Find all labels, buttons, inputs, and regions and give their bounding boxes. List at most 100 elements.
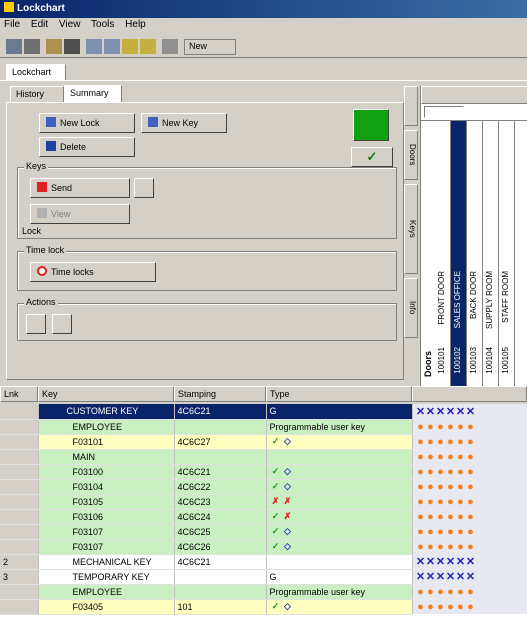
- arrow-in-icon[interactable]: [26, 314, 46, 334]
- tab-info[interactable]: Info: [404, 278, 418, 338]
- access-icon[interactable]: ●: [436, 600, 446, 614]
- matrix-cell-group[interactable]: ● ● ● ● ● ●: [412, 419, 527, 434]
- access-icon[interactable]: ●: [416, 465, 426, 479]
- access-icon[interactable]: ●: [446, 495, 456, 509]
- tab-keys[interactable]: Keys: [404, 184, 418, 274]
- access-icon[interactable]: ●: [436, 465, 446, 479]
- zoom-in-icon[interactable]: [86, 39, 102, 54]
- access-icon[interactable]: ●: [456, 495, 466, 509]
- edit-icon[interactable]: [134, 178, 154, 198]
- new-key-button[interactable]: New Key: [141, 113, 227, 133]
- unlock-icon[interactable]: [353, 109, 389, 141]
- table-row[interactable]: 2 MECHANICAL KEY 4C6C21 ✕✕✕✕✕✕: [0, 554, 527, 570]
- table-row[interactable]: EMPLOYEE Programmable user key ● ● ● ● ● ●: [0, 419, 527, 435]
- table-row[interactable]: F03107 4C6C26 ✓ ◇ ● ● ● ● ● ●: [0, 539, 527, 555]
- table-row[interactable]: F03105 4C6C23 ✗ ✗ ● ● ● ● ● ●: [0, 494, 527, 510]
- access-icon[interactable]: ●: [456, 480, 466, 494]
- blocked-icon[interactable]: ✕: [466, 405, 476, 419]
- access-icon[interactable]: ●: [456, 510, 466, 524]
- access-icon[interactable]: ●: [446, 525, 456, 539]
- blocked-icon[interactable]: ✕: [416, 555, 426, 569]
- access-icon[interactable]: ●: [436, 480, 446, 494]
- access-icon[interactable]: ●: [426, 585, 436, 599]
- access-icon[interactable]: ●: [466, 585, 476, 599]
- blocked-icon[interactable]: ✕: [446, 405, 456, 419]
- menu-tools[interactable]: Tools: [91, 19, 114, 30]
- menu-edit[interactable]: Edit: [31, 19, 48, 30]
- access-icon[interactable]: ●: [436, 435, 446, 449]
- table-row[interactable]: F03106 4C6C24 ✓ ✗ ● ● ● ● ● ●: [0, 509, 527, 525]
- matrix-cell-group[interactable]: ● ● ● ● ● ●: [412, 494, 527, 509]
- access-icon[interactable]: ●: [416, 540, 426, 554]
- access-icon[interactable]: ●: [446, 480, 456, 494]
- access-icon[interactable]: ●: [436, 585, 446, 599]
- matrix-column-selected[interactable]: SALES OFFICE 100102: [451, 121, 467, 387]
- col-key[interactable]: Key: [38, 386, 174, 402]
- access-icon[interactable]: ●: [466, 600, 476, 614]
- blocked-icon[interactable]: ✕: [456, 405, 466, 419]
- access-icon[interactable]: ●: [466, 480, 476, 494]
- matrix-cell-group[interactable]: ● ● ● ● ● ●: [412, 584, 527, 599]
- access-icon[interactable]: ●: [426, 450, 436, 464]
- access-icon[interactable]: ●: [456, 600, 466, 614]
- access-icon[interactable]: ●: [446, 450, 456, 464]
- matrix-cell-group[interactable]: ● ● ● ● ● ●: [412, 479, 527, 494]
- tab-history[interactable]: History: [10, 86, 64, 102]
- tab-scroll-top[interactable]: [404, 86, 418, 126]
- access-icon[interactable]: ●: [426, 480, 436, 494]
- access-icon[interactable]: ●: [426, 435, 436, 449]
- col-stamping[interactable]: Stamping: [174, 386, 266, 402]
- access-icon[interactable]: ●: [426, 495, 436, 509]
- matrix-cell-group[interactable]: ✕✕✕✕✕✕: [412, 569, 527, 584]
- table-row[interactable]: F03104 4C6C22 ✓ ◇ ● ● ● ● ● ●: [0, 479, 527, 495]
- access-icon[interactable]: ●: [436, 420, 446, 434]
- access-icon[interactable]: ●: [426, 525, 436, 539]
- new-button[interactable]: New: [184, 39, 236, 55]
- blocked-icon[interactable]: ✕: [436, 570, 446, 584]
- table-row[interactable]: F03107 4C6C25 ✓ ◇ ● ● ● ● ● ●: [0, 524, 527, 540]
- blocked-icon[interactable]: ✕: [466, 555, 476, 569]
- table-row[interactable]: EMPLOYEE Programmable user key ● ● ● ● ● ●: [0, 584, 527, 600]
- access-icon[interactable]: ●: [456, 525, 466, 539]
- blocked-icon[interactable]: ✕: [446, 555, 456, 569]
- access-icon[interactable]: ●: [466, 495, 476, 509]
- blocked-icon[interactable]: ✕: [456, 570, 466, 584]
- table-row[interactable]: F03100 4C6C21 ✓ ◇ ● ● ● ● ● ●: [0, 464, 527, 480]
- access-icon[interactable]: ●: [446, 420, 456, 434]
- matrix-cell-group[interactable]: ● ● ● ● ● ●: [412, 464, 527, 479]
- tab-doors[interactable]: Doors: [404, 130, 418, 180]
- access-icon[interactable]: ●: [426, 420, 436, 434]
- access-icon[interactable]: ●: [416, 525, 426, 539]
- access-icon[interactable]: ●: [416, 420, 426, 434]
- matrix-cell-group[interactable]: ● ● ● ● ● ●: [412, 449, 527, 464]
- delete-button[interactable]: Delete: [39, 137, 135, 157]
- zoom-out-icon[interactable]: [104, 39, 120, 54]
- access-icon[interactable]: ●: [436, 525, 446, 539]
- timelock-button[interactable]: Time locks: [30, 262, 156, 282]
- blocked-icon[interactable]: ✕: [426, 570, 436, 584]
- access-icon[interactable]: ●: [466, 450, 476, 464]
- table-row[interactable]: 3 TEMPORARY KEY G ✕✕✕✕✕✕: [0, 569, 527, 585]
- key-icon[interactable]: [162, 39, 178, 54]
- access-icon[interactable]: ●: [416, 495, 426, 509]
- blocked-icon[interactable]: ✕: [436, 405, 446, 419]
- access-icon[interactable]: ●: [436, 540, 446, 554]
- access-icon[interactable]: ●: [446, 435, 456, 449]
- access-icon[interactable]: ●: [466, 510, 476, 524]
- menu-help[interactable]: Help: [125, 19, 146, 30]
- access-icon[interactable]: ●: [456, 450, 466, 464]
- access-icon[interactable]: ●: [436, 450, 446, 464]
- matrix-cell-group[interactable]: ● ● ● ● ● ●: [412, 509, 527, 524]
- blocked-icon[interactable]: ✕: [436, 555, 446, 569]
- folder-open-icon[interactable]: [140, 39, 156, 54]
- copy-icon[interactable]: [64, 39, 80, 54]
- access-icon[interactable]: ●: [426, 600, 436, 614]
- access-icon[interactable]: ●: [456, 420, 466, 434]
- col-type[interactable]: Type: [266, 386, 412, 402]
- access-icon[interactable]: ●: [446, 465, 456, 479]
- access-icon[interactable]: ●: [456, 585, 466, 599]
- access-icon[interactable]: ●: [426, 510, 436, 524]
- access-icon[interactable]: ●: [416, 585, 426, 599]
- blocked-icon[interactable]: ✕: [466, 570, 476, 584]
- access-icon[interactable]: ●: [416, 480, 426, 494]
